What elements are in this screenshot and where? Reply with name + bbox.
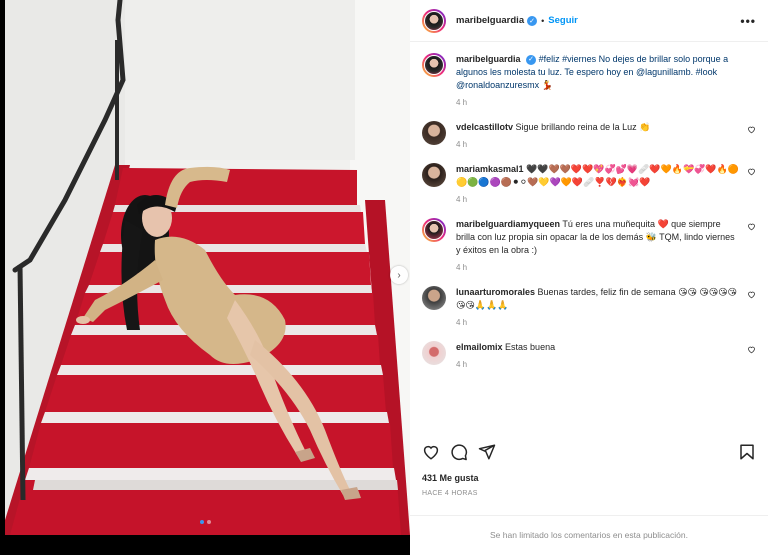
comment-timestamp: 4 h [456,140,468,149]
verified-badge-icon: ✓ [527,15,538,26]
comment-username[interactable]: mariamkasmal1 [456,164,524,174]
follow-button[interactable]: Seguir [548,15,578,26]
like-heart-icon[interactable] [422,443,440,461]
comments-list[interactable]: maribelguardia ✓ #feliz #viernes No deje… [410,43,768,435]
carousel-dot [207,520,211,524]
avatar[interactable] [422,286,446,310]
comment-row: maribelguardiamyqueen Tú eres una muñequ… [422,218,756,274]
comment-row: elmailomix Estas buena 4 h [422,341,756,371]
comments-limited-notice: Se han limitado los comentarios en esta … [410,515,768,555]
comment-username[interactable]: lunaarturomorales [456,287,535,297]
post-header: maribelguardia ✓ • Seguir ••• [410,0,768,42]
separator-dot: • [541,15,545,26]
comment-body: elmailomix Estas buena 4 h [456,341,756,371]
post-actions-bar [422,441,756,463]
post-side-panel: maribelguardia ✓ • Seguir ••• maribelgua… [410,0,768,555]
post-timestamp: HACE 4 HORAS [422,490,478,497]
comment-timestamp: 4 h [456,360,468,369]
avatar[interactable] [422,8,446,33]
heart-icon[interactable] [747,222,756,231]
comment-body: mariamkasmal1 🖤🖤🤎🤎❤️❤️💖💞💕💗🩹❤️🧡🔥💝💞❤️🔥🟠🟡🟢🔵… [456,163,756,206]
comment-body: maribelguardiamyqueen Tú eres una muñequ… [456,218,756,274]
avatar[interactable] [422,121,446,145]
comment-username[interactable]: elmailomix [456,342,503,352]
comment-username[interactable]: vdelcastillotv [456,122,513,132]
bottom-black-band [0,535,410,555]
avatar[interactable] [422,163,446,187]
chevron-right-icon: › [397,269,401,281]
bookmark-icon[interactable] [738,443,756,461]
comment-timestamp: 4 h [456,318,468,327]
likes-count[interactable]: 431 Me gusta [422,473,479,483]
heart-icon[interactable] [747,345,756,354]
comment-timestamp: 4 h [456,263,468,272]
comment-text: Estas buena [505,342,556,352]
post-photo[interactable]: › [5,0,410,535]
comment-row: vdelcastillotv Sigue brillando reina de … [422,121,756,151]
post-author-username[interactable]: maribelguardia [456,15,524,26]
caption-username[interactable]: maribelguardia [456,54,521,64]
comment-row: mariamkasmal1 🖤🖤🤎🤎❤️❤️💖💞💕💗🩹❤️🧡🔥💝💞❤️🔥🟠🟡🟢🔵… [422,163,756,206]
heart-icon[interactable] [747,125,756,134]
comment-username[interactable]: maribelguardiamyqueen [456,219,560,229]
comment-body: lunaarturomorales Buenas tardes, feliz f… [456,286,756,329]
comment-row: lunaarturomorales Buenas tardes, feliz f… [422,286,756,329]
verified-badge-icon: ✓ [526,54,537,65]
carousel-dot [200,520,204,524]
comment-body: vdelcastillotv Sigue brillando reina de … [456,121,756,151]
heart-icon[interactable] [747,290,756,299]
share-icon[interactable] [478,443,496,461]
carousel-indicator [200,520,211,524]
carousel-next-button[interactable]: › [390,266,408,284]
comment-icon[interactable] [450,443,468,461]
caption-body: maribelguardia ✓ #feliz #viernes No deje… [456,53,756,109]
photo-illustration [5,0,410,535]
comment-timestamp: 4 h [456,195,468,204]
caption-row: maribelguardia ✓ #feliz #viernes No deje… [422,53,756,109]
comment-text: Sigue brillando reina de la Luz 👏 [515,122,651,132]
avatar[interactable] [422,341,446,365]
avatar[interactable] [422,218,446,242]
caption-timestamp: 4 h [456,98,468,107]
heart-icon[interactable] [747,167,756,176]
avatar[interactable] [422,53,446,77]
more-options-icon[interactable]: ••• [740,14,756,28]
